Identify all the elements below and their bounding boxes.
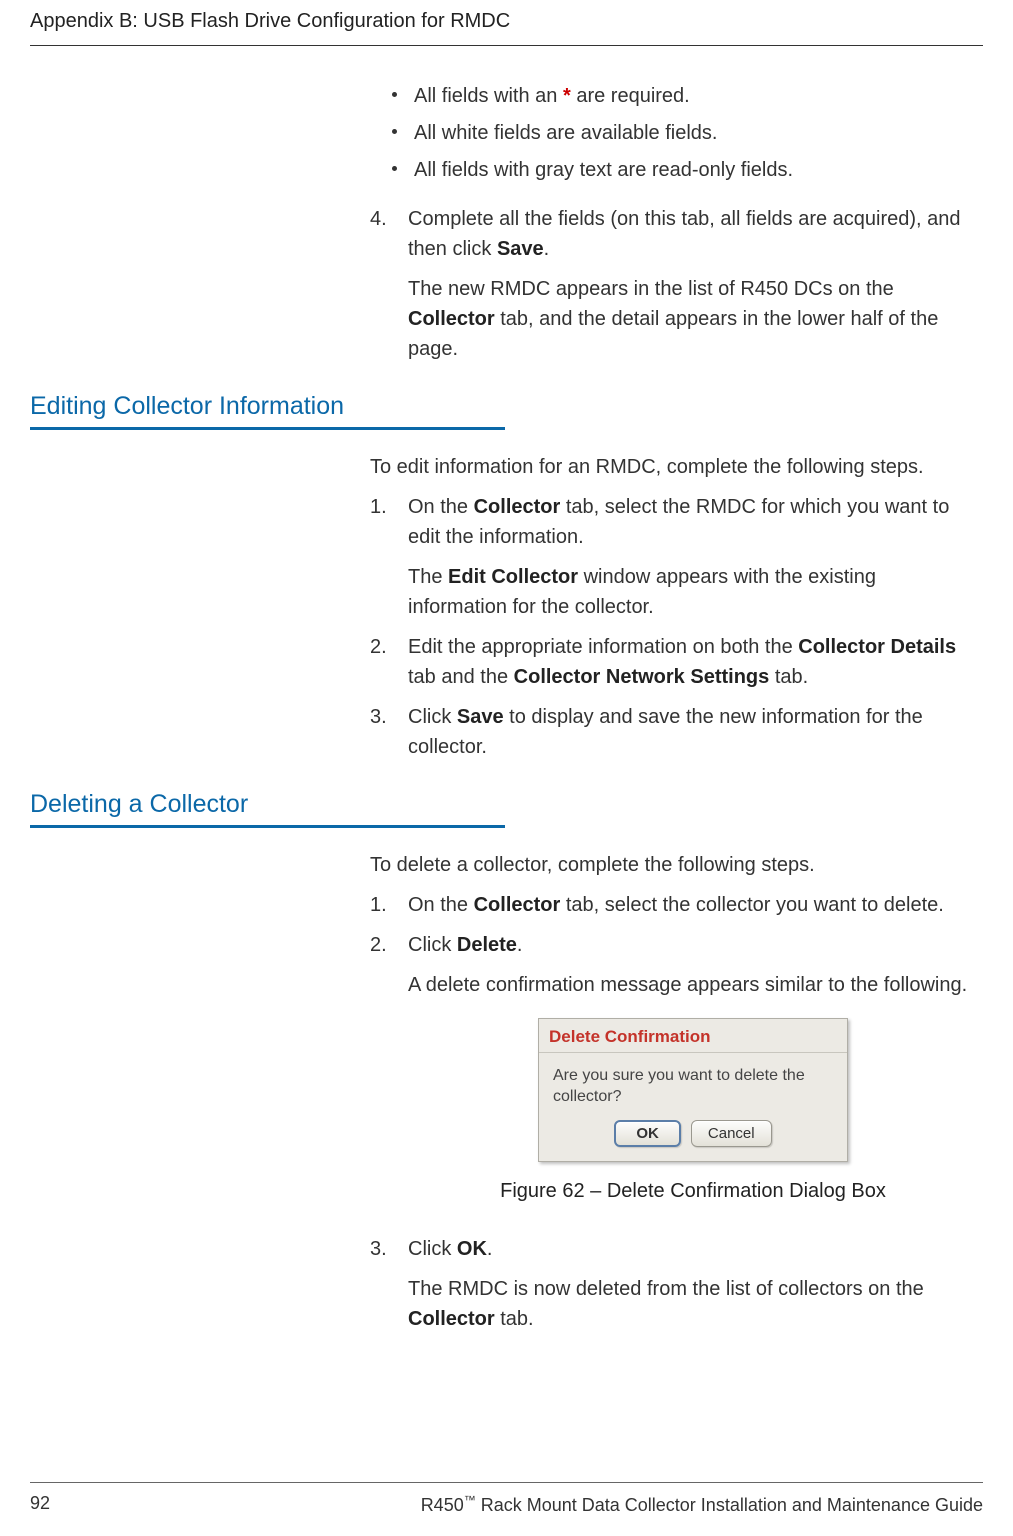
collector-label: Collector: [408, 1308, 495, 1330]
delete-step-1: 1. On the Collector tab, select the coll…: [370, 890, 978, 920]
step-number: 1.: [370, 890, 387, 920]
bullet-required-fields: All fields with an * are required.: [398, 81, 978, 112]
page-number: 92: [30, 1493, 50, 1516]
text: Complete all the fields (on this tab, al…: [408, 208, 961, 260]
text: tab.: [769, 666, 808, 688]
delete-step-2: 2. Click Delete. A delete confirmation m…: [370, 930, 978, 1206]
delete-steps: 1. On the Collector tab, select the coll…: [370, 890, 978, 1334]
text: A delete confirmation message appears si…: [408, 970, 978, 1000]
collector-label: Collector: [474, 496, 561, 518]
heading-editing-collector: Editing Collector Information: [30, 392, 978, 421]
edit-step-3: 3. Click Save to display and save the ne…: [370, 702, 978, 762]
edit-collector-label: Edit Collector: [448, 566, 578, 588]
collector-label: Collector: [408, 308, 495, 330]
ok-button[interactable]: OK: [614, 1120, 681, 1147]
step-number: 2.: [370, 632, 387, 662]
delete-confirmation-figure: Delete Confirmation Are you sure you wan…: [408, 1018, 978, 1162]
text: Click: [408, 934, 457, 956]
collector-details-label: Collector Details: [798, 636, 956, 658]
text: On the: [408, 894, 474, 916]
header-rule: [30, 45, 983, 46]
text: tab, select the collector you want to de…: [560, 894, 944, 916]
heading-deleting-collector: Deleting a Collector: [30, 790, 978, 819]
text: Edit the appropriate information on both…: [408, 636, 798, 658]
trademark-symbol: ™: [464, 1493, 476, 1507]
text: tab and the: [408, 666, 514, 688]
page-header-title: Appendix B: USB Flash Drive Configuratio…: [30, 10, 983, 45]
heading-rule: [30, 427, 505, 430]
edit-step-2: 2. Edit the appropriate information on b…: [370, 632, 978, 692]
cancel-button[interactable]: Cancel: [691, 1120, 772, 1147]
edit-steps: 1. On the Collector tab, select the RMDC…: [370, 492, 978, 762]
step-number: 3.: [370, 1234, 387, 1264]
collector-network-settings-label: Collector Network Settings: [514, 666, 770, 688]
text: .: [517, 934, 523, 956]
text: The new RMDC appears in the list of R450…: [408, 278, 894, 300]
page-footer: 92 R450™ Rack Mount Data Collector Insta…: [30, 1482, 983, 1516]
edit-intro: To edit information for an RMDC, complet…: [370, 452, 978, 482]
text: All fields with an: [414, 85, 563, 107]
dialog-button-row: OK Cancel: [539, 1114, 847, 1161]
text: .: [544, 238, 550, 260]
dialog-title: Delete Confirmation: [539, 1019, 847, 1053]
text: The: [408, 566, 448, 588]
text: R450: [421, 1495, 464, 1515]
step-4: 4. Complete all the fields (on this tab,…: [370, 204, 978, 364]
collector-label: Collector: [474, 894, 561, 916]
step-number: 3.: [370, 702, 387, 732]
step-number: 4.: [370, 204, 387, 234]
figure-caption: Figure 62 – Delete Confirmation Dialog B…: [408, 1176, 978, 1206]
bullet-gray-fields: All fields with gray text are read-only …: [398, 155, 978, 186]
delete-step-3: 3. Click OK. The RMDC is now deleted fro…: [370, 1234, 978, 1334]
delete-intro: To delete a collector, complete the foll…: [370, 850, 978, 880]
text: The RMDC is now deleted from the list of…: [408, 1278, 924, 1300]
heading-rule: [30, 825, 505, 828]
asterisk-icon: *: [563, 85, 571, 107]
text: tab.: [495, 1308, 534, 1330]
ok-label: OK: [457, 1238, 487, 1260]
delete-confirmation-dialog: Delete Confirmation Are you sure you wan…: [538, 1018, 848, 1162]
text: are required.: [571, 85, 690, 107]
step-4-list: 4. Complete all the fields (on this tab,…: [370, 204, 978, 364]
notes-bullet-list: All fields with an * are required. All w…: [398, 81, 978, 186]
book-title: R450™ Rack Mount Data Collector Installa…: [421, 1493, 983, 1516]
step-number: 2.: [370, 930, 387, 960]
delete-label: Delete: [457, 934, 517, 956]
save-label: Save: [457, 706, 504, 728]
text: Rack Mount Data Collector Installation a…: [476, 1495, 983, 1515]
step-number: 1.: [370, 492, 387, 522]
text: On the: [408, 496, 474, 518]
text: Click: [408, 706, 457, 728]
bullet-white-fields: All white fields are available fields.: [398, 118, 978, 149]
save-label: Save: [497, 238, 544, 260]
text: .: [487, 1238, 493, 1260]
text: Click: [408, 1238, 457, 1260]
dialog-body-text: Are you sure you want to delete the coll…: [539, 1053, 847, 1114]
edit-step-1: 1. On the Collector tab, select the RMDC…: [370, 492, 978, 622]
